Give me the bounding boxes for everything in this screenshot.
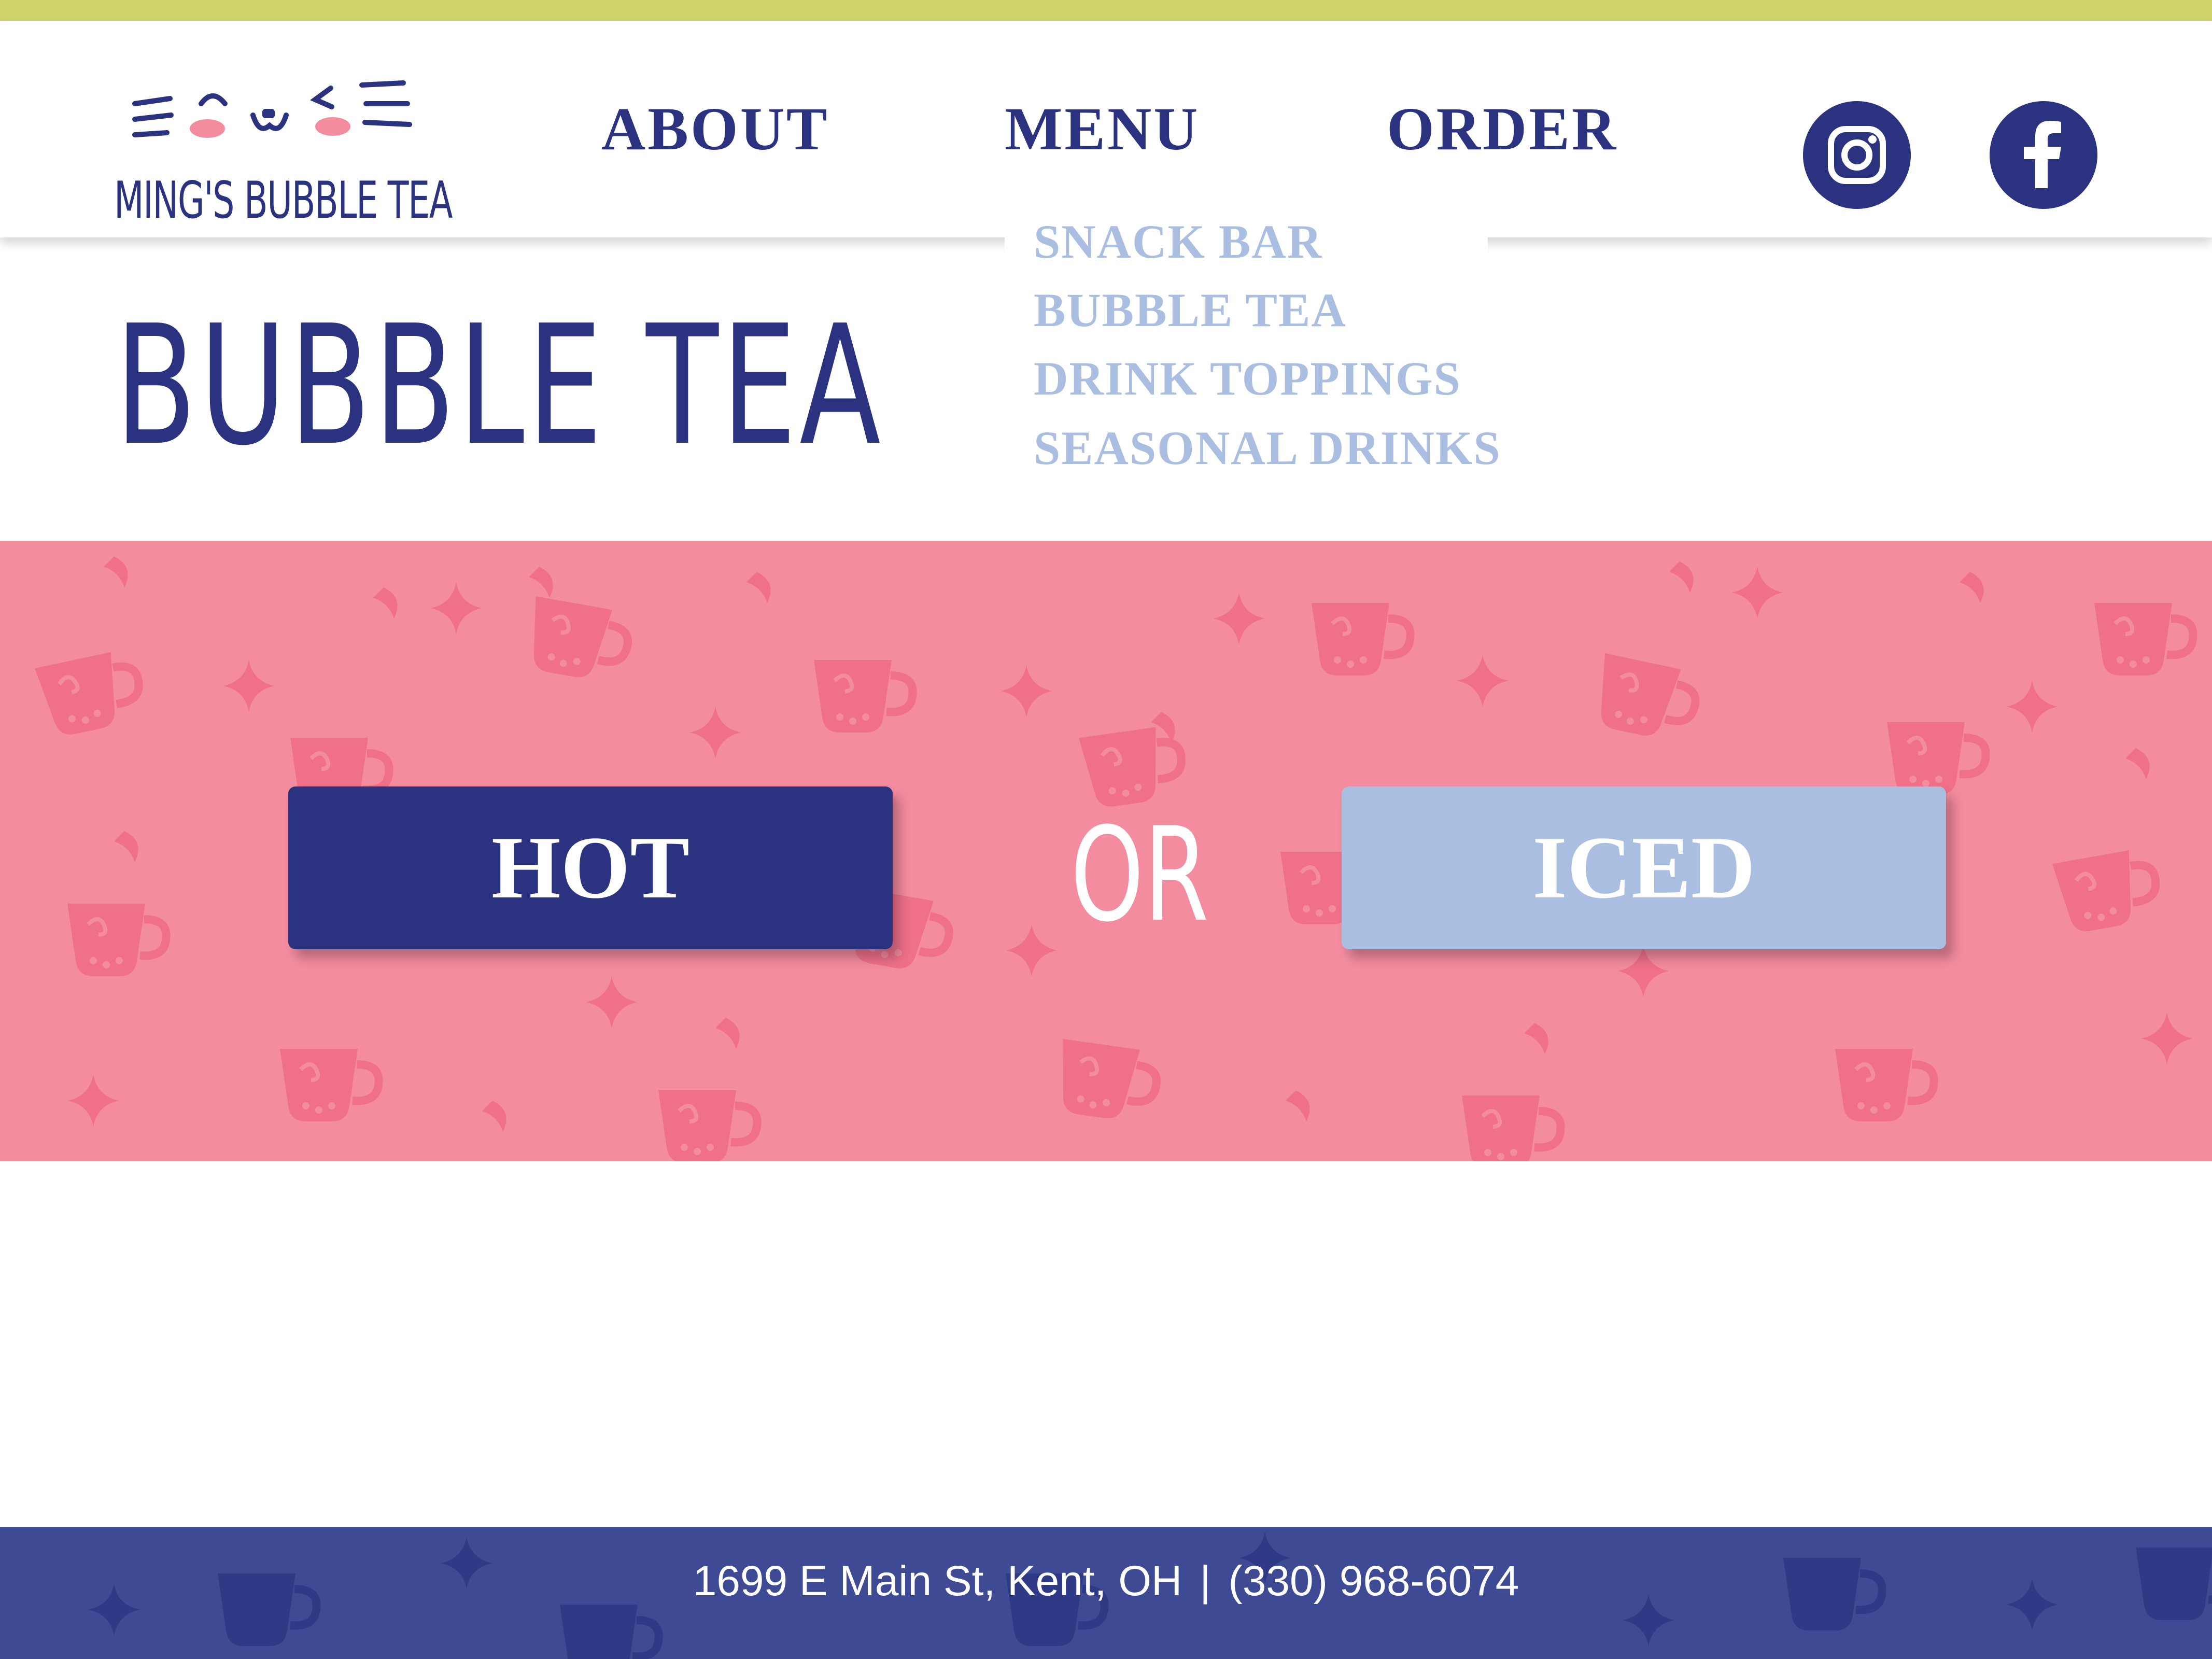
footer-address: 1699 E Main St, Kent, OH (693, 1557, 1182, 1605)
logo[interactable]: MING'S BUBBLE TEA (114, 57, 453, 230)
accent-top-bar (0, 0, 2212, 21)
footer-separator: | (1200, 1557, 1211, 1605)
facebook-link[interactable] (1990, 101, 2097, 209)
or-label: OR (1070, 799, 1209, 950)
logo-wordmark: MING'S BUBBLE TEA (114, 171, 453, 230)
dropdown-item-bubble-tea[interactable]: BUBBLE TEA (1034, 286, 1347, 334)
menu-dropdown: SNACK BAR BUBBLE TEA DRINK TOPPINGS SEAS… (1005, 218, 1500, 482)
dropdown-item-drink-toppings[interactable]: DRINK TOPPINGS (1034, 355, 1461, 402)
nav-order[interactable]: ORDER (1387, 99, 1618, 160)
hot-button[interactable]: HOT (288, 786, 893, 949)
instagram-icon (1828, 126, 1886, 184)
hot-or-iced-banner: HOT OR ICED (0, 541, 2212, 1161)
dropdown-item-snack-bar[interactable]: SNACK BAR (1034, 218, 1322, 265)
site-header: MING'S BUBBLE TEA ABOUT MENU ORDER (0, 21, 2212, 237)
page-title: BUBBLE TEA (115, 290, 884, 482)
nav-menu[interactable]: MENU (1005, 99, 1200, 160)
nav-about[interactable]: ABOUT (601, 99, 829, 160)
dropdown-item-seasonal-drinks[interactable]: SEASONAL DRINKS (1034, 424, 1501, 472)
iced-button[interactable]: ICED (1342, 786, 1946, 949)
site-footer: 1699 E Main St, Kent, OH | (330) 968-6074 (0, 1527, 2212, 1659)
facebook-icon (2024, 121, 2061, 188)
footer-phone[interactable]: (330) 968-6074 (1229, 1557, 1519, 1605)
footer-contact: 1699 E Main St, Kent, OH | (330) 968-6074 (0, 1557, 2212, 1606)
cat-face-icon (132, 80, 412, 138)
instagram-link[interactable] (1803, 101, 1911, 209)
